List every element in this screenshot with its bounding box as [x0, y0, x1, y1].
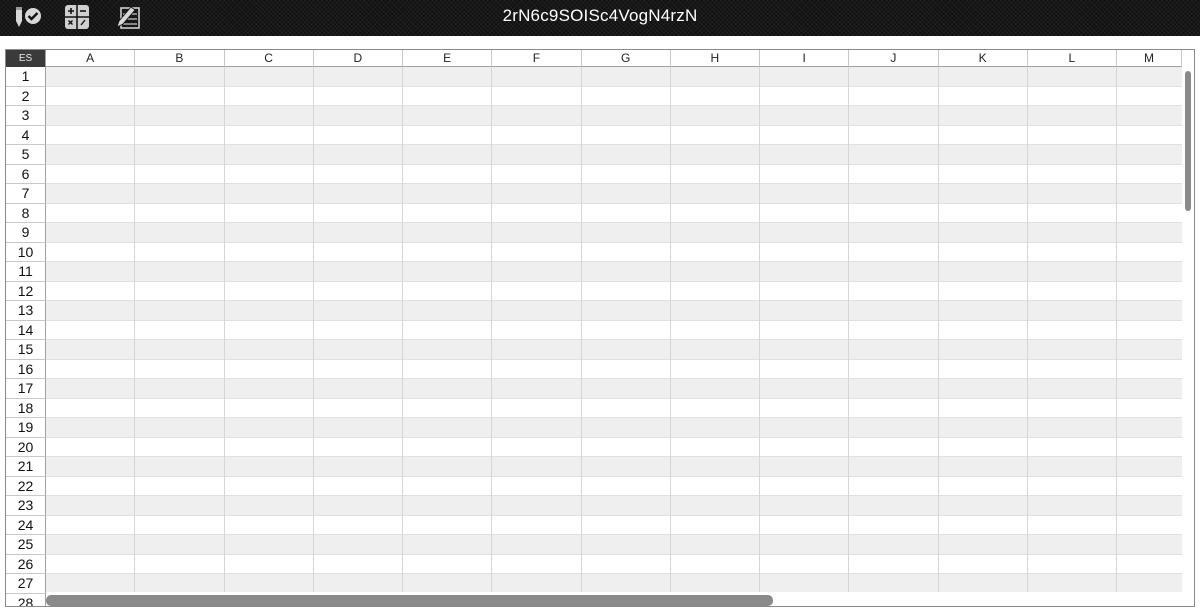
table-row[interactable]	[46, 164, 1182, 184]
grid-line	[402, 67, 403, 606]
grid-line	[759, 67, 760, 606]
row-header-22[interactable]: 22	[6, 476, 46, 496]
row-header-23[interactable]: 23	[6, 496, 46, 516]
table-row[interactable]	[46, 457, 1182, 477]
grid-line	[848, 67, 850, 606]
table-row[interactable]	[46, 398, 1182, 418]
row-header-2[interactable]: 2	[6, 86, 46, 106]
row-header-24[interactable]: 24	[6, 515, 46, 535]
vertical-scroll-thumb[interactable]	[1185, 71, 1191, 211]
table-row[interactable]	[46, 242, 1182, 262]
grid-line	[937, 67, 939, 606]
table-row[interactable]	[46, 203, 1182, 223]
table-row[interactable]	[46, 67, 1182, 87]
table-row[interactable]	[46, 223, 1182, 243]
row-header-20[interactable]: 20	[6, 437, 46, 457]
table-row[interactable]	[46, 515, 1182, 535]
table-row[interactable]	[46, 379, 1182, 399]
row-header-16[interactable]: 16	[6, 359, 46, 379]
row-header-21[interactable]: 21	[6, 457, 46, 477]
top-bar: 2rN6c9SOISc4VogN4rzN	[0, 0, 1200, 36]
column-header-l[interactable]: L	[1027, 50, 1117, 67]
table-row[interactable]	[46, 437, 1182, 457]
row-header-7[interactable]: 7	[6, 184, 46, 204]
row-header-10[interactable]: 10	[6, 242, 46, 262]
table-row[interactable]	[46, 86, 1182, 106]
column-header-j[interactable]: J	[849, 50, 939, 67]
grid-line	[223, 67, 225, 606]
table-row[interactable]	[46, 535, 1182, 555]
table-row[interactable]	[46, 320, 1182, 340]
column-header-g[interactable]: G	[581, 50, 671, 67]
table-row[interactable]	[46, 554, 1182, 574]
row-header-27[interactable]: 27	[6, 574, 46, 594]
grid-line	[491, 67, 493, 606]
grid-line	[134, 67, 136, 606]
row-header-19[interactable]: 19	[6, 418, 46, 438]
row-header-15[interactable]: 15	[6, 340, 46, 360]
row-header-12[interactable]: 12	[6, 281, 46, 301]
row-header-14[interactable]: 14	[6, 320, 46, 340]
row-header-25[interactable]: 25	[6, 535, 46, 555]
column-header-h[interactable]: H	[670, 50, 760, 67]
row-header-18[interactable]: 18	[6, 398, 46, 418]
grid-line	[312, 67, 314, 606]
document-title: 2rN6c9SOISc4VogN4rzN	[502, 6, 698, 25]
row-header-8[interactable]: 8	[6, 203, 46, 223]
row-header-3[interactable]: 3	[6, 106, 46, 126]
column-header-a[interactable]: A	[46, 50, 136, 67]
grid-line	[1116, 67, 1117, 606]
horizontal-scroll-thumb[interactable]	[46, 595, 773, 606]
column-header-f[interactable]: F	[492, 50, 582, 67]
table-row[interactable]	[46, 281, 1182, 301]
column-header-m[interactable]: M	[1117, 50, 1182, 67]
table-row[interactable]	[46, 125, 1182, 145]
table-row[interactable]	[46, 106, 1182, 126]
table-row[interactable]	[46, 340, 1182, 360]
row-header-28[interactable]: 28	[6, 593, 46, 606]
table-row[interactable]	[46, 418, 1182, 438]
column-header-c[interactable]: C	[224, 50, 314, 67]
table-row[interactable]	[46, 496, 1182, 516]
row-header-1[interactable]: 1	[6, 67, 46, 87]
row-header-13[interactable]: 13	[6, 301, 46, 321]
table-row[interactable]	[46, 184, 1182, 204]
vertical-scrollbar[interactable]	[1182, 67, 1194, 592]
table-row[interactable]	[46, 574, 1182, 594]
table-row[interactable]	[46, 262, 1182, 282]
table-row[interactable]	[46, 359, 1182, 379]
row-header-17[interactable]: 17	[6, 379, 46, 399]
column-header-d[interactable]: D	[313, 50, 403, 67]
column-header-e[interactable]: E	[403, 50, 493, 67]
row-header-9[interactable]: 9	[6, 223, 46, 243]
column-header-b[interactable]: B	[135, 50, 225, 67]
corner-cell[interactable]: ES	[6, 50, 46, 67]
row-header-26[interactable]: 26	[6, 554, 46, 574]
grid-line	[669, 67, 671, 606]
row-header-11[interactable]: 11	[6, 262, 46, 282]
horizontal-scrollbar[interactable]	[46, 592, 1182, 606]
grid-line	[580, 67, 582, 606]
table-row[interactable]	[46, 145, 1182, 165]
row-header-5[interactable]: 5	[6, 145, 46, 165]
grid-line	[1026, 67, 1028, 606]
table-row[interactable]	[46, 476, 1182, 496]
column-header-i[interactable]: I	[760, 50, 850, 67]
spreadsheet-grid[interactable]: ES 1 2 3 4 5 6 7 8 9 10 11 12 13 14 15 16 17 18 19 20 21 22 23…	[5, 49, 1195, 607]
column-header-k[interactable]: K	[938, 50, 1028, 67]
row-header-4[interactable]: 4	[6, 125, 46, 145]
table-row[interactable]	[46, 301, 1182, 321]
row-header-6[interactable]: 6	[6, 164, 46, 184]
